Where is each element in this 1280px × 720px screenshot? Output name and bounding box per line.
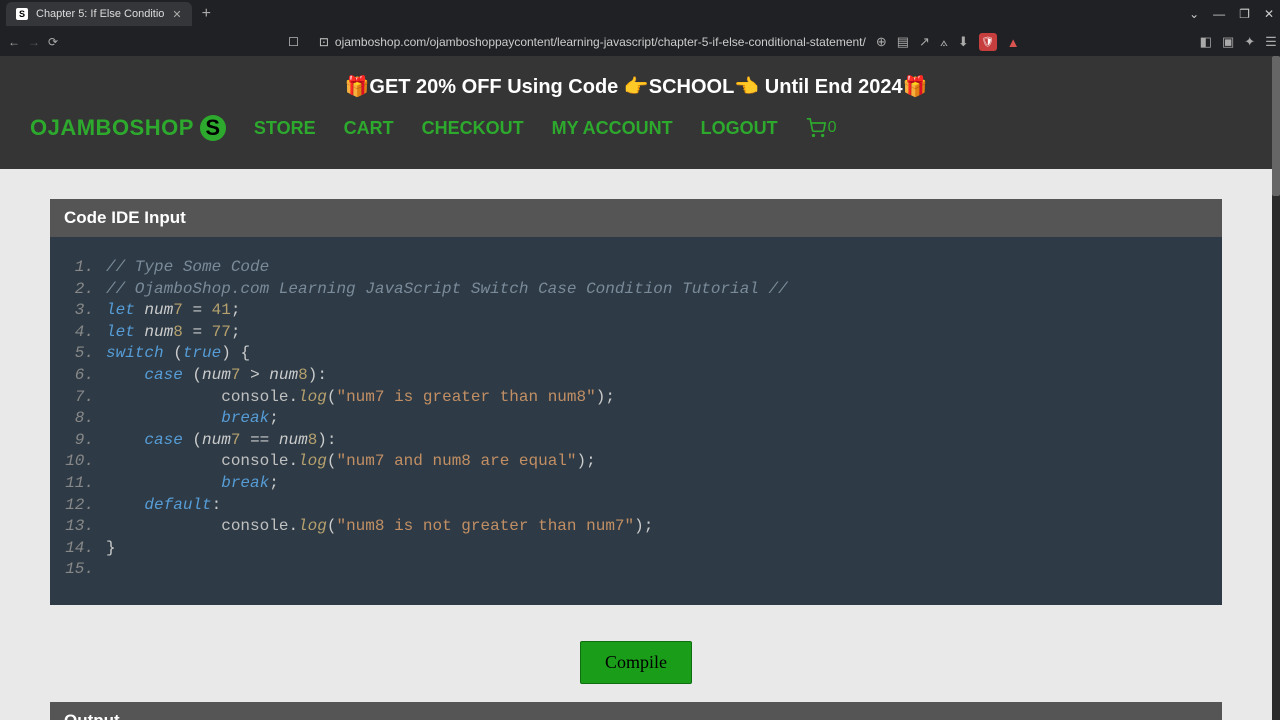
promo-banner: 🎁GET 20% OFF Using Code 👉SCHOOL👈 Until E… [30, 74, 1242, 99]
warning-icon[interactable]: ▲ [1007, 35, 1020, 50]
nav-account[interactable]: MY ACCOUNT [552, 118, 673, 139]
code-line: 14.} [62, 538, 1210, 560]
maximize-icon[interactable]: ❐ [1239, 7, 1250, 21]
menu-icon[interactable]: ☰ [1265, 34, 1277, 50]
tab-bar: S Chapter 5: If Else Conditio ✕ + ⌄ — ❐ … [0, 0, 1280, 28]
browser-tab[interactable]: S Chapter 5: If Else Conditio ✕ [6, 2, 192, 26]
scrollbar[interactable] [1272, 56, 1280, 720]
url-box[interactable]: ☐ ⊡ ojamboshop.com/ojamboshoppaycontent/… [288, 35, 866, 49]
new-tab-button[interactable]: + [202, 5, 211, 23]
page-body: 🎁GET 20% OFF Using Code 👉SCHOOL👈 Until E… [0, 56, 1272, 720]
reload-button[interactable]: ⟳ [48, 35, 58, 49]
nav-logout[interactable]: LOGOUT [701, 118, 778, 139]
back-button[interactable]: ← [8, 35, 20, 49]
share-icon[interactable]: ↗ [919, 34, 930, 50]
code-line: 9. case (num7 == num8): [62, 430, 1210, 452]
brand-logo[interactable]: OJAMBOSHOP S [30, 115, 226, 141]
compile-button[interactable]: Compile [580, 641, 692, 684]
output-panel-header: Output [50, 702, 1222, 720]
favicon: S [16, 8, 28, 20]
download-icon[interactable]: ⬇ [958, 34, 969, 50]
cart-icon[interactable]: 0 [806, 118, 837, 138]
window-controls: ⌄ — ❐ ✕ [1189, 7, 1274, 21]
nav-checkout[interactable]: CHECKOUT [422, 118, 524, 139]
tab-close-icon[interactable]: ✕ [172, 8, 181, 21]
compile-row: Compile [50, 623, 1222, 702]
code-line: 6. case (num7 > num8): [62, 365, 1210, 387]
code-line: 12. default: [62, 495, 1210, 517]
code-line: 13. console.log("num8 is not greater tha… [62, 516, 1210, 538]
code-line: 4.let num8 = 77; [62, 322, 1210, 344]
url-text: ojamboshop.com/ojamboshoppaycontent/lear… [335, 35, 866, 49]
nav-store[interactable]: STORE [254, 118, 316, 139]
minimize-icon[interactable]: — [1213, 7, 1225, 21]
close-window-icon[interactable]: ✕ [1264, 7, 1274, 21]
zoom-icon[interactable]: ⊕ [876, 34, 887, 50]
tab-title: Chapter 5: If Else Conditio [36, 8, 164, 20]
code-line: 11. break; [62, 473, 1210, 495]
code-line: 7. console.log("num7 is greater than num… [62, 387, 1210, 409]
main-nav: OJAMBOSHOP S STORE CART CHECKOUT MY ACCO… [30, 115, 1242, 141]
code-line: 10. console.log("num7 and num8 are equal… [62, 451, 1210, 473]
code-line: 2.// OjamboShop.com Learning JavaScript … [62, 279, 1210, 301]
site-info-icon[interactable]: ⊡ [319, 35, 329, 49]
chevron-down-icon[interactable]: ⌄ [1189, 7, 1199, 21]
code-editor[interactable]: 1.// Type Some Code2.// OjamboShop.com L… [50, 237, 1222, 605]
browser-chrome: S Chapter 5: If Else Conditio ✕ + ⌄ — ❐ … [0, 0, 1280, 56]
cart-count: 0 [828, 119, 837, 137]
brand-badge-icon: S [200, 115, 226, 141]
bookmark-icon[interactable]: ☐ [288, 35, 299, 49]
address-bar: ← → ⟳ ☐ ⊡ ojamboshop.com/ojamboshoppayco… [0, 28, 1280, 56]
page-header: 🎁GET 20% OFF Using Code 👉SCHOOL👈 Until E… [0, 56, 1272, 169]
code-line: 3.let num7 = 41; [62, 300, 1210, 322]
output-panel: Output [50, 702, 1222, 720]
rss-icon[interactable]: ⟑ [940, 34, 948, 50]
nav-cart[interactable]: CART [344, 118, 394, 139]
code-line: 5.switch (true) { [62, 343, 1210, 365]
code-line: 15. [62, 559, 1210, 581]
sparkle-icon[interactable]: ✦ [1244, 34, 1255, 50]
input-panel: Code IDE Input 1.// Type Some Code2.// O… [50, 199, 1222, 605]
brand-text: OJAMBOSHOP [30, 115, 194, 141]
input-panel-header: Code IDE Input [50, 199, 1222, 237]
content-area: Code IDE Input 1.// Type Some Code2.// O… [0, 169, 1272, 720]
panel-icon[interactable]: ▣ [1222, 34, 1234, 50]
forward-button[interactable]: → [28, 35, 40, 49]
sidebar-icon[interactable]: ◧ [1200, 34, 1212, 50]
code-line: 1.// Type Some Code [62, 257, 1210, 279]
shield-icon[interactable]: 🛡 [979, 33, 997, 51]
reader-icon[interactable]: ▤ [897, 34, 909, 50]
scroll-thumb[interactable] [1272, 56, 1280, 196]
code-line: 8. break; [62, 408, 1210, 430]
